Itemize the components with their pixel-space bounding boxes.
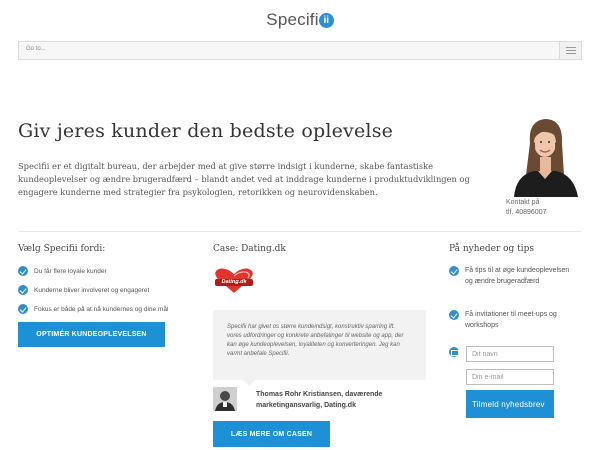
newsletter-benefit-label: Få tips til at øge kundeoplevelsen og æn… (465, 267, 570, 285)
optimize-experience-button[interactable]: OPTIMÉR KUNDEOPLEVELSEN (18, 322, 165, 347)
author-role: marketingansvarlig, Dating.dk (256, 402, 356, 409)
newsletter-benefit-label: Få invitationer til meet-ups og workshop… (465, 311, 557, 329)
page-title: Giv jeres kunder den bedste oplevelse (18, 120, 394, 142)
site-logo[interactable]: Specifi ii (0, 10, 600, 32)
author-name: Thomas Rohr Kristiansen, daværende (256, 391, 383, 398)
checkmark-icon (449, 310, 459, 320)
section-divider (18, 231, 582, 232)
testimonial-author: Thomas Rohr Kristiansen, daværende marke… (256, 389, 382, 411)
contact-label: Kontakt på (506, 199, 540, 206)
goto-navigation-select[interactable]: Go to... (18, 41, 582, 60)
benefit-label: Fokus er både på at nå kundernes og dine… (34, 306, 169, 313)
mail-icon (449, 347, 459, 357)
contact-portrait-image (508, 113, 582, 197)
contact-phone[interactable]: tlf. 40896007 (506, 208, 546, 218)
case-title: Case: Dating.dk (213, 244, 286, 254)
subscribe-newsletter-button[interactable]: Tilmeld nyhedsbrev (466, 390, 554, 418)
name-field[interactable] (466, 346, 554, 362)
dating-dk-logo-text: Dating.dk (221, 279, 247, 285)
checkmark-icon (449, 266, 459, 276)
newsletter-title: På nyheder og tips (449, 244, 535, 254)
logo-text: Specifi (266, 10, 319, 29)
logo-badge-icon: ii (318, 12, 334, 28)
benefit-label: Du får flere loyale kunder (34, 268, 107, 275)
nav-placeholder: Go to... (26, 46, 46, 52)
hero-intro-text: Specifii er et digitalt bureau, der arbe… (18, 161, 470, 197)
email-field[interactable] (466, 369, 554, 385)
checkmark-icon (18, 285, 28, 295)
contact-info: Kontakt på tlf. 40896007 (506, 198, 546, 218)
testimonial-avatar (213, 387, 237, 411)
read-case-button[interactable]: LÆS MERE OM CASEN (213, 421, 330, 447)
testimonial-quote: Specifii har givet os større kundeindsig… (213, 310, 426, 386)
quote-pointer (243, 380, 255, 386)
checkmark-icon (18, 266, 28, 276)
dating-dk-logo: Dating.dk (213, 268, 255, 294)
benefit-label: Kunderne bliver involveret og engageret (34, 287, 150, 294)
testimonial-text: Specifii har givet os større kundeindsig… (227, 324, 404, 357)
checkmark-icon (18, 304, 28, 314)
why-specifii-title: Vælg Specifii fordi: (18, 244, 106, 254)
hamburger-menu-icon[interactable] (559, 42, 581, 59)
